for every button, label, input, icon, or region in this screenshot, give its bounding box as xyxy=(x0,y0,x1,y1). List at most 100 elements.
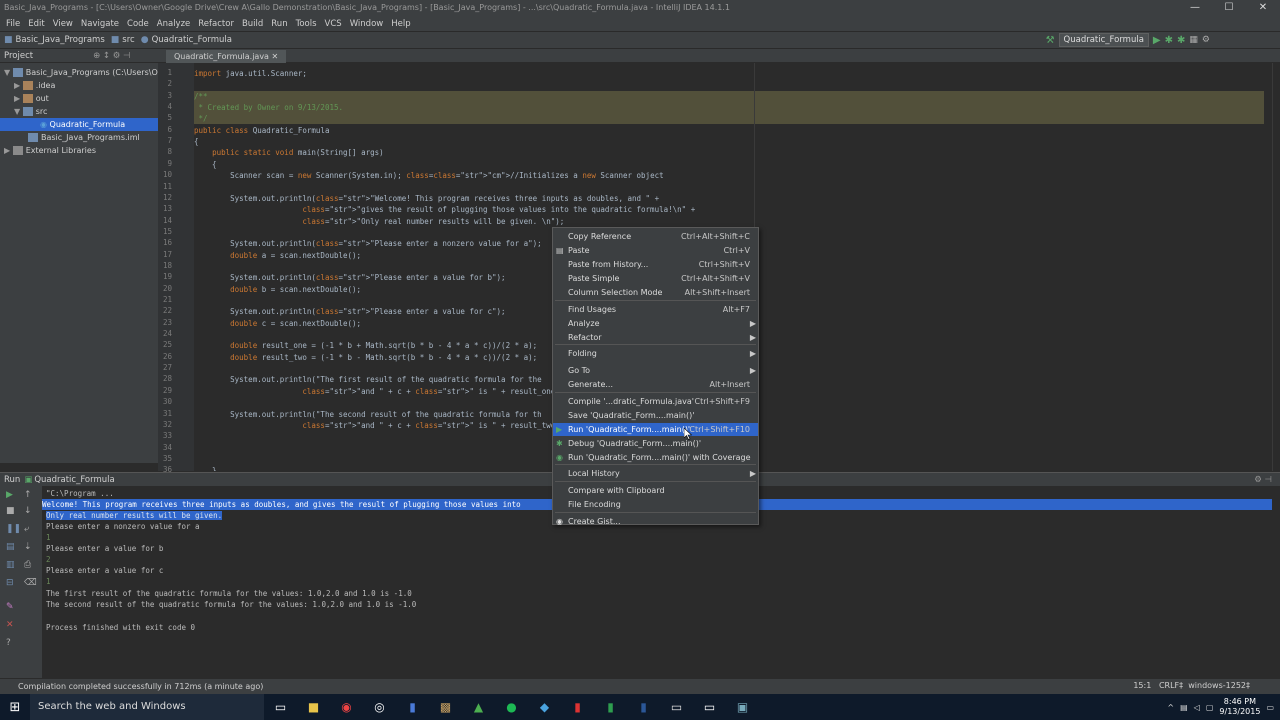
exit-icon[interactable]: ⊟ xyxy=(6,578,14,588)
line-separator[interactable]: CRLF‡ xyxy=(1159,681,1183,690)
menu-item-analyze[interactable]: Analyze ▶ xyxy=(553,317,758,330)
menu-navigate[interactable]: Navigate xyxy=(77,19,123,29)
menu-help[interactable]: Help xyxy=(387,19,414,29)
menu-build[interactable]: Build xyxy=(238,19,267,29)
menu-item-create-gist[interactable]: ◉ Create Gist... xyxy=(553,515,758,528)
close-button[interactable]: ✕ xyxy=(1246,0,1280,16)
print-icon[interactable]: ⎙ xyxy=(24,560,31,570)
breadcrumb-src[interactable]: ■ src xyxy=(111,35,135,45)
menu-item-compare-with-clipboard[interactable]: Compare with Clipboard xyxy=(553,484,758,497)
tree-item-src[interactable]: ▼ src xyxy=(14,105,47,118)
menu-item-paste-from-history[interactable]: Paste from History... Ctrl+Shift+V xyxy=(553,258,758,271)
menu-run[interactable]: Run xyxy=(267,19,291,29)
editor-scrollbar[interactable] xyxy=(1272,63,1280,471)
rerun-icon[interactable]: ▶ xyxy=(6,490,13,500)
tree-item-external-libraries[interactable]: ▶ External Libraries xyxy=(4,144,96,157)
file-explorer-icon[interactable]: ■ xyxy=(297,694,330,720)
layout-icon[interactable]: ▥ xyxy=(6,560,15,570)
spotify-icon[interactable]: ● xyxy=(495,694,528,720)
menu-item-paste-simple[interactable]: Paste Simple Ctrl+Alt+Shift+V xyxy=(553,272,758,285)
menu-item-local-history[interactable]: Local History ▶ xyxy=(553,467,758,480)
scroll-down-icon[interactable]: ↓ xyxy=(24,506,32,516)
excel-icon[interactable]: ▮ xyxy=(594,694,627,720)
menu-item-save-quadratic-form-main[interactable]: Save 'Quadratic_Form....main()' xyxy=(553,409,758,422)
menu-item-run-quadratic-form-main-with-coverage[interactable]: ◉ Run 'Quadratic_Form....main()' with Cov… xyxy=(553,451,758,464)
word-icon[interactable]: ▮ xyxy=(627,694,660,720)
menu-code[interactable]: Code xyxy=(123,19,153,29)
notification-icon[interactable]: ▢ xyxy=(1206,703,1214,712)
app-icon[interactable]: ▮ xyxy=(396,694,429,720)
intellij-icon[interactable]: ▣ xyxy=(726,694,759,720)
menu-window[interactable]: Window xyxy=(346,19,388,29)
menu-item-copy-reference[interactable]: Copy Reference Ctrl+Alt+Shift+C xyxy=(553,230,758,243)
run-icon[interactable]: ▶ xyxy=(1153,35,1161,46)
tree-item-idea[interactable]: ▶ .idea xyxy=(14,79,55,92)
maximize-button[interactable]: ☐ xyxy=(1212,0,1246,16)
pause-icon[interactable]: ❚❚ xyxy=(6,524,21,534)
clock[interactable]: 8:46 PM 9/13/2015 xyxy=(1219,697,1260,717)
file-encoding[interactable]: windows-1252‡ xyxy=(1188,681,1250,690)
coverage-icon[interactable]: ✱ xyxy=(1177,35,1185,46)
stop-icon[interactable]: ■ xyxy=(6,506,15,516)
tree-item-iml[interactable]: Basic_Java_Programs.iml xyxy=(28,131,140,144)
debug-icon[interactable]: ✱ xyxy=(1165,35,1173,46)
network-icon[interactable]: ▤ xyxy=(1180,703,1188,712)
breadcrumb-project[interactable]: ■ Basic_Java_Programs xyxy=(4,35,105,45)
menu-edit[interactable]: Edit xyxy=(24,19,48,29)
soft-wrap-icon[interactable]: ⤶ xyxy=(24,524,29,534)
menu-item-refactor[interactable]: Refactor ▶ xyxy=(553,331,758,344)
structure-icon[interactable]: ▦ xyxy=(1189,35,1198,45)
menu-vcs[interactable]: VCS xyxy=(321,19,346,29)
help-icon[interactable]: ? xyxy=(6,638,11,648)
menu-item-debug-quadratic-form-main[interactable]: ✱ Debug 'Quadratic_Form....main()' xyxy=(553,437,758,450)
caret-position[interactable]: 15:1 xyxy=(1133,681,1151,690)
panel-tools-icon[interactable]: ⊕ ↕ ⚙ ⊣ xyxy=(93,51,130,61)
menu-item-go-to[interactable]: Go To ▶ xyxy=(553,364,758,377)
menu-item-paste[interactable]: ▤ Paste Ctrl+V xyxy=(553,244,758,257)
steam-icon[interactable]: ◆ xyxy=(528,694,561,720)
breadcrumb-class[interactable]: ● Quadratic_Formula xyxy=(141,35,232,45)
volume-icon[interactable]: ◁ xyxy=(1194,703,1200,712)
dump-threads-icon[interactable]: ▤ xyxy=(6,542,15,552)
scroll-end-icon[interactable]: ⇣ xyxy=(24,542,32,552)
panel-settings-icon[interactable]: ⚙ ⊣ xyxy=(1254,475,1272,485)
close-tab-icon[interactable]: ✕ xyxy=(272,52,279,61)
pdf-icon[interactable]: ▮ xyxy=(561,694,594,720)
close-panel-icon[interactable]: ✕ xyxy=(6,620,14,630)
clear-icon[interactable]: ⌫ xyxy=(24,578,37,588)
pin-icon[interactable]: ✎ xyxy=(6,602,14,612)
action-center-icon[interactable]: ▭ xyxy=(1266,703,1274,712)
menu-file[interactable]: File xyxy=(2,19,24,29)
menu-item-folding[interactable]: Folding ▶ xyxy=(553,347,758,360)
tree-item-project[interactable]: ▼ Basic_Java_Programs (C:\Users\Own xyxy=(4,66,169,79)
minimize-button[interactable]: — xyxy=(1178,0,1212,16)
menu-item-compile-dratic-formula-java[interactable]: Compile '...dratic_Formula.java' Ctrl+Shi… xyxy=(553,395,758,408)
app-icon[interactable]: ▭ xyxy=(660,694,693,720)
menu-item-file-encoding[interactable]: File Encoding xyxy=(553,498,758,511)
app-icon[interactable]: ▭ xyxy=(693,694,726,720)
taskbar-search[interactable]: Search the web and Windows xyxy=(30,694,264,720)
settings-icon[interactable]: ⚙ xyxy=(1202,35,1210,45)
menu-analyze[interactable]: Analyze xyxy=(153,19,195,29)
tree-item-quadratic-formula[interactable]: ◉ Quadratic_Formula xyxy=(0,118,158,131)
menu-item-generate[interactable]: Generate... Alt+Insert xyxy=(553,378,758,391)
menu-item-column-selection-mode[interactable]: Column Selection Mode Alt+Shift+Insert xyxy=(553,286,758,299)
task-view-icon[interactable]: ▭ xyxy=(264,694,297,720)
project-tab[interactable]: Project xyxy=(4,51,33,61)
menu-tools[interactable]: Tools xyxy=(292,19,321,29)
tab-quadratic-formula[interactable]: Quadratic_Formula.java ✕ xyxy=(166,50,287,63)
tray-arrow-icon[interactable]: ^ xyxy=(1167,703,1174,712)
google-drive-icon[interactable]: ▲ xyxy=(462,694,495,720)
menu-item-find-usages[interactable]: Find Usages Alt+F7 xyxy=(553,303,758,316)
build-icon[interactable]: ⚒ xyxy=(1046,35,1055,46)
run-tab[interactable]: Run xyxy=(4,475,20,485)
run-config-select[interactable]: Quadratic_Formula xyxy=(1058,33,1149,47)
app-icon[interactable]: ▩ xyxy=(429,694,462,720)
menu-view[interactable]: View xyxy=(49,19,77,29)
tree-item-out[interactable]: ▶ out xyxy=(14,92,49,105)
chrome-icon[interactable]: ◉ xyxy=(330,694,363,720)
scroll-up-icon[interactable]: ↑ xyxy=(24,490,32,500)
menu-item-run-quadratic-form-main[interactable]: ▶ Run 'Quadratic_Form....main()' Ctrl+Shif… xyxy=(553,423,758,436)
windows-start-icon[interactable]: ⊞ xyxy=(0,694,30,720)
media-player-icon[interactable]: ◎ xyxy=(363,694,396,720)
